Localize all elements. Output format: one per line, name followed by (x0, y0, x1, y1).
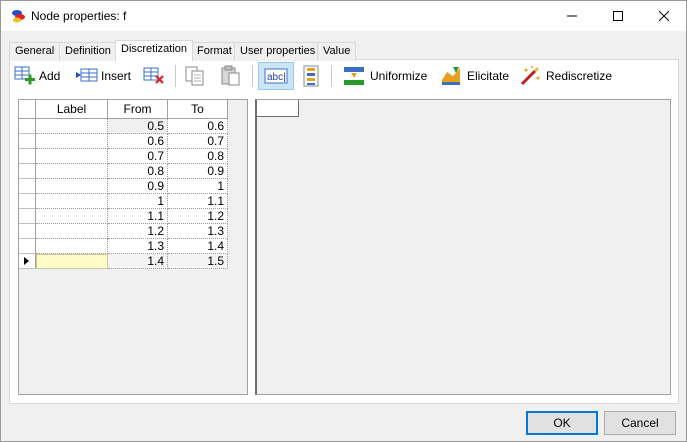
cell-from[interactable]: 0.8 (108, 164, 168, 179)
toolbar-separator (252, 65, 253, 87)
maximize-button[interactable] (595, 1, 641, 31)
cell-from[interactable]: 1 (108, 194, 168, 209)
app-node-icon (12, 10, 25, 23)
tab-user-properties[interactable]: User properties (234, 42, 322, 61)
cell-to[interactable]: 1.4 (168, 239, 228, 254)
cell-to[interactable]: 0.7 (168, 134, 228, 149)
insert-label: Insert (101, 69, 132, 83)
insert-row-icon (76, 68, 98, 82)
row-header[interactable] (19, 179, 36, 194)
discretization-grid[interactable]: Label From To 0.5 0.6 0.6 0.7 0.7 0.8 0.8 0.9 0.… (18, 99, 248, 395)
row-header-corner (19, 100, 36, 119)
row-header[interactable] (19, 194, 36, 209)
row-header[interactable] (19, 164, 36, 179)
paste-icon (221, 65, 240, 86)
cell-label[interactable] (36, 119, 108, 134)
row-header[interactable] (19, 239, 36, 254)
uniformize-label: Uniformize (370, 69, 428, 83)
cell-from[interactable]: 0.5 (108, 119, 168, 134)
title-bar: Node properties: f (1, 1, 686, 31)
cell-label[interactable] (36, 134, 108, 149)
rediscretize-label: Rediscretize (546, 69, 613, 83)
elicitate-button[interactable]: Elicitate (439, 63, 509, 89)
cell-to[interactable]: 1.1 (168, 194, 228, 209)
cell-label[interactable] (36, 209, 108, 224)
add-button[interactable]: Add (13, 63, 60, 89)
elicitate-label: Elicitate (467, 69, 510, 83)
copy-icon (185, 66, 204, 86)
cell-to[interactable]: 0.8 (168, 149, 228, 164)
cell-label[interactable] (36, 164, 108, 179)
current-row-arrow-icon (24, 257, 29, 265)
tab-definition[interactable]: Definition (59, 42, 117, 61)
row-header[interactable] (19, 149, 36, 164)
cell-label[interactable] (36, 254, 108, 269)
tab-discretization[interactable]: Discretization (115, 40, 194, 61)
elicitate-icon (442, 67, 460, 85)
row-header[interactable] (19, 119, 36, 134)
minimize-button[interactable] (549, 1, 595, 31)
toolbar: Add Insert abc| Uniformize Elicitate Red… (11, 62, 671, 90)
row-header[interactable] (19, 209, 36, 224)
row-header[interactable] (19, 134, 36, 149)
preview-cell[interactable] (257, 100, 299, 117)
text-label-icon: abc| (264, 68, 288, 84)
cell-to[interactable]: 1.3 (168, 224, 228, 239)
copy-button[interactable] (183, 63, 207, 89)
add-label: Add (39, 69, 61, 83)
cell-from[interactable]: 1.2 (108, 224, 168, 239)
preview-panel (255, 99, 671, 395)
dialog-window: Node properties: f General Definition Di… (0, 0, 687, 442)
cell-label[interactable] (36, 179, 108, 194)
rediscretize-button[interactable]: Rediscretize (518, 63, 612, 89)
column-header-to[interactable]: To (168, 100, 228, 119)
window-title: Node properties: f (31, 9, 127, 23)
column-list-icon (303, 65, 319, 87)
tab-value[interactable]: Value (317, 42, 357, 61)
cell-to[interactable]: 1 (168, 179, 228, 194)
cell-from[interactable]: 1.1 (108, 209, 168, 224)
cell-from[interactable]: 0.9 (108, 179, 168, 194)
delete-row-icon (143, 67, 164, 84)
label-mode-toggle[interactable]: abc| (258, 62, 294, 90)
toolbar-separator (175, 65, 176, 87)
cell-to[interactable]: 1.2 (168, 209, 228, 224)
close-button[interactable] (641, 1, 687, 31)
toggle-text: abc| (267, 72, 286, 83)
uniformize-button[interactable]: Uniformize (342, 63, 427, 89)
uniformize-icon (344, 67, 364, 85)
close-icon (658, 10, 670, 22)
minimize-icon (567, 15, 577, 17)
add-row-icon (14, 66, 35, 85)
column-view-button[interactable] (299, 63, 323, 89)
cell-label[interactable] (36, 224, 108, 239)
tab-general[interactable]: General (9, 42, 61, 61)
paste-button[interactable] (219, 63, 243, 89)
cell-to[interactable]: 0.9 (168, 164, 228, 179)
delete-row-button[interactable] (142, 63, 166, 89)
maximize-icon (613, 11, 623, 21)
cell-from[interactable]: 0.7 (108, 149, 168, 164)
cell-from[interactable]: 1.4 (108, 254, 168, 269)
row-header[interactable] (19, 254, 36, 269)
cell-label[interactable] (36, 239, 108, 254)
insert-button[interactable]: Insert (75, 63, 131, 89)
tab-format[interactable]: Format (191, 42, 238, 61)
toolbar-separator (331, 65, 332, 87)
cell-from[interactable]: 0.6 (108, 134, 168, 149)
ok-button[interactable]: OK (526, 411, 598, 435)
row-header[interactable] (19, 224, 36, 239)
cell-to[interactable]: 1.5 (168, 254, 228, 269)
cell-from[interactable]: 1.3 (108, 239, 168, 254)
cell-to[interactable]: 0.6 (168, 119, 228, 134)
magic-wand-icon (520, 66, 540, 86)
cancel-button[interactable]: Cancel (604, 411, 676, 435)
column-header-from[interactable]: From (108, 100, 168, 119)
cell-label[interactable] (36, 149, 108, 164)
cell-label[interactable] (36, 194, 108, 209)
column-header-label[interactable]: Label (36, 100, 108, 119)
